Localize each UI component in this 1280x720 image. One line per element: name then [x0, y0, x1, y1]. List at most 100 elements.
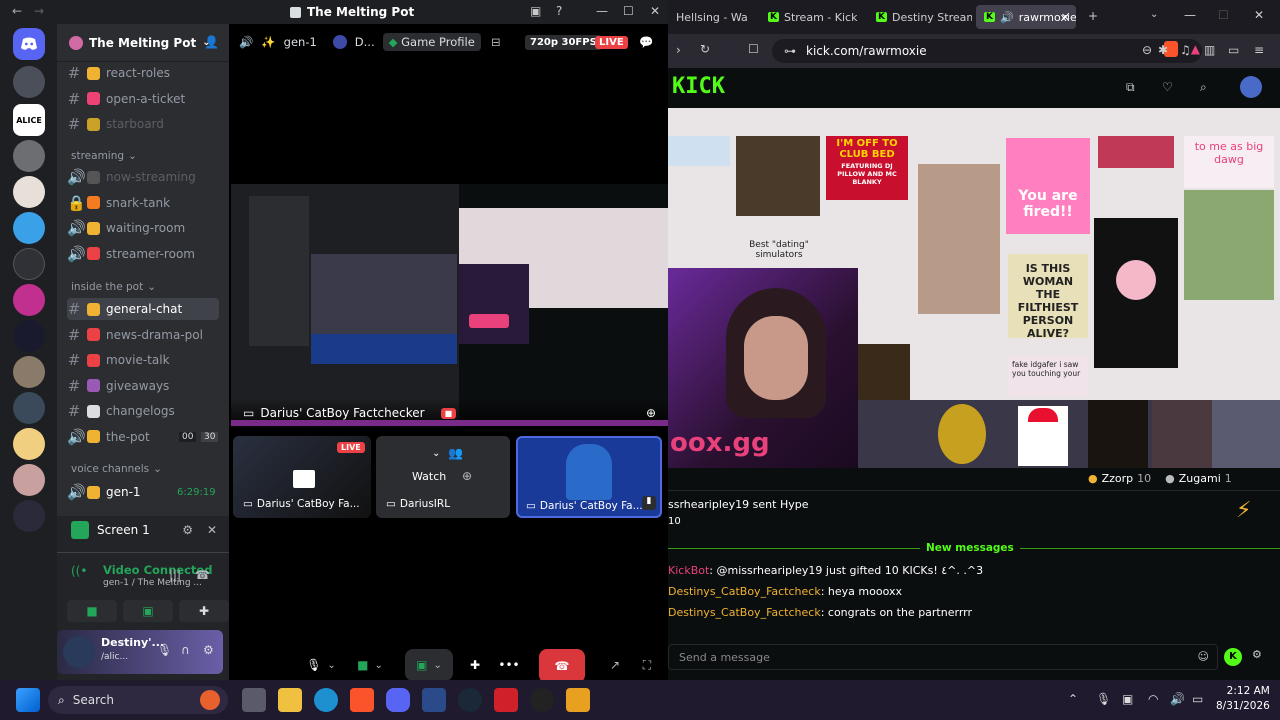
- store-icon[interactable]: [422, 688, 446, 712]
- bookmark-icon[interactable]: ☐: [748, 42, 759, 56]
- channel-item[interactable]: # movie-talk: [67, 349, 170, 371]
- maximize-icon[interactable]: ☐: [623, 4, 634, 18]
- chat-message[interactable]: Destinys_CatBoy_Factcheck: congrats on t…: [668, 606, 972, 619]
- channel-category[interactable]: streaming ⌄: [71, 150, 137, 162]
- server-avatar[interactable]: [13, 66, 45, 98]
- minimize-icon[interactable]: —: [1184, 8, 1196, 22]
- server-avatar[interactable]: [13, 140, 45, 172]
- camera-button[interactable]: ■: [67, 600, 117, 622]
- user-name[interactable]: Destiny'...: [101, 636, 164, 649]
- microphone-icon[interactable]: 🎙: [1096, 692, 1111, 706]
- volume-icon[interactable]: 🔊: [1170, 692, 1185, 706]
- tray-chevron-icon[interactable]: ⌃: [1068, 692, 1078, 706]
- server-avatar[interactable]: [13, 500, 45, 532]
- discord-icon[interactable]: [386, 688, 410, 712]
- popout-icon[interactable]: ⊕: [462, 469, 472, 483]
- stop-icon[interactable]: ■: [440, 407, 457, 419]
- server-avatar[interactable]: [13, 320, 45, 352]
- channel-item[interactable]: # open-a-ticket: [67, 88, 186, 110]
- chat-input[interactable]: Send a message ☺: [668, 644, 1218, 670]
- minimize-icon[interactable]: —: [596, 4, 608, 18]
- server-avatar[interactable]: [13, 464, 45, 496]
- back-icon[interactable]: ›: [676, 43, 681, 57]
- back-icon[interactable]: ←: [12, 4, 22, 18]
- server-avatar[interactable]: [13, 392, 45, 424]
- music-icon[interactable]: ♫: [1180, 43, 1191, 57]
- fullscreen-button[interactable]: ⛶: [635, 649, 659, 681]
- chat-icon[interactable]: 💬: [639, 35, 653, 49]
- channel-item[interactable]: # news-drama-pol: [67, 324, 203, 346]
- task-view-icon[interactable]: [242, 688, 266, 712]
- steam-icon[interactable]: [458, 688, 482, 712]
- chevron-down-icon[interactable]: ⌄: [374, 660, 382, 671]
- close-share-icon[interactable]: ✕: [207, 523, 217, 537]
- voice-sub[interactable]: gen-1 / The Melting ...: [103, 578, 202, 588]
- extensions-icon[interactable]: ✱: [1158, 43, 1168, 57]
- screen-share-button[interactable]: ▣: [123, 600, 173, 622]
- chevron-down-icon[interactable]: ⌄: [1150, 9, 1158, 20]
- channel-item[interactable]: 🔊 now-streaming: [67, 166, 196, 188]
- close-icon[interactable]: ✕: [650, 4, 660, 18]
- app-icon[interactable]: [494, 688, 518, 712]
- new-tab-icon[interactable]: +: [1088, 9, 1098, 23]
- chat-username[interactable]: KickBot: [668, 564, 709, 577]
- taskbar-search[interactable]: ⌕ Search: [48, 686, 228, 714]
- wallet-icon[interactable]: ▭: [1228, 43, 1239, 57]
- channel-item[interactable]: # changelogs: [67, 400, 175, 422]
- mute-button[interactable]: 🎙 ⌄: [301, 649, 341, 681]
- kick-logo[interactable]: KICK: [672, 74, 725, 99]
- channel-category[interactable]: voice channels ⌄: [71, 463, 162, 475]
- close-icon[interactable]: ✕: [1254, 8, 1264, 22]
- main-stream-video[interactable]: ▭ Darius' CatBoy Factchecker ■ ⊕: [231, 184, 668, 428]
- speaker-icon[interactable]: 🔊: [1000, 11, 1014, 24]
- noise-suppression-icon[interactable]: |||: [169, 568, 181, 582]
- watch-tile[interactable]: ⌄ 👥 Watch ⊕ ▭ DariusIRL: [376, 436, 510, 518]
- stream-tile[interactable]: LIVE ▭ Darius' CatBoy Fa...: [233, 436, 371, 518]
- clock[interactable]: 2:12 AM 8/31/2026: [1216, 684, 1270, 714]
- brave-icon[interactable]: [350, 688, 374, 712]
- server-avatar[interactable]: [13, 428, 45, 460]
- chat-username[interactable]: Destinys_CatBoy_Factcheck: [668, 606, 821, 619]
- channel-item[interactable]: # general-chat: [67, 298, 219, 320]
- channel-item[interactable]: # react-roles: [67, 62, 170, 84]
- app-icon[interactable]: [566, 688, 590, 712]
- help-icon[interactable]: ?: [556, 4, 562, 18]
- zoom-icon[interactable]: ⊕: [646, 406, 656, 420]
- headphones-icon[interactable]: ∩: [181, 643, 190, 657]
- game-profile-button[interactable]: ◆ Game Profile: [382, 33, 481, 51]
- speaker-icon[interactable]: 🔊: [239, 35, 253, 49]
- server-avatar[interactable]: [13, 176, 45, 208]
- chevron-down-icon[interactable]: ⌄: [432, 448, 440, 459]
- menu-icon[interactable]: ≡: [1254, 43, 1264, 57]
- voice-channel-active[interactable]: 🔊 gen-1 6:29:19: [67, 481, 216, 503]
- disconnect-icon[interactable]: ☎: [195, 568, 210, 582]
- close-tab-icon[interactable]: ✕: [1061, 11, 1070, 24]
- add-user-icon[interactable]: 👤: [204, 35, 219, 49]
- channel-item[interactable]: 🔊 waiting-room: [67, 217, 185, 239]
- watch-button[interactable]: Watch: [412, 470, 446, 483]
- camera-tile[interactable]: ▭ Darius' CatBoy Fa... ▮: [516, 436, 662, 518]
- chat-message[interactable]: KickBot: @missrhearipley19 just gifted 1…: [668, 564, 983, 577]
- chevron-down-icon[interactable]: ⌄: [433, 660, 441, 671]
- file-explorer-icon[interactable]: [278, 688, 302, 712]
- share-screen-button[interactable]: ▣ ⌄: [405, 649, 453, 681]
- browser-tab-active[interactable]: K 🔊 rawrmoxie ✕: [976, 5, 1076, 29]
- heart-icon[interactable]: ♡: [1162, 80, 1173, 94]
- server-avatar[interactable]: [13, 212, 45, 244]
- channel-item[interactable]: 🔒 snark-tank: [67, 192, 170, 214]
- browser-tab[interactable]: Hellsing - Wat: [668, 5, 748, 29]
- camera-button[interactable]: ■ ⌄: [349, 649, 391, 681]
- start-icon[interactable]: [16, 688, 40, 712]
- disconnect-button[interactable]: ☎: [539, 649, 585, 683]
- channel-item[interactable]: # starboard: [67, 113, 164, 135]
- obs-icon[interactable]: [530, 688, 554, 712]
- reload-icon[interactable]: ↻: [700, 42, 710, 56]
- server-avatar[interactable]: [13, 248, 45, 280]
- tray-app-icon[interactable]: ▣: [1122, 692, 1133, 706]
- edge-icon[interactable]: [314, 688, 338, 712]
- browser-tab[interactable]: K Stream - Kick: [760, 5, 860, 29]
- site-info-icon[interactable]: ⊶: [784, 44, 796, 58]
- wifi-icon[interactable]: ◠: [1148, 692, 1158, 706]
- clips-icon[interactable]: ⧉: [1126, 80, 1135, 95]
- rewards-icon[interactable]: ▲: [1191, 42, 1200, 56]
